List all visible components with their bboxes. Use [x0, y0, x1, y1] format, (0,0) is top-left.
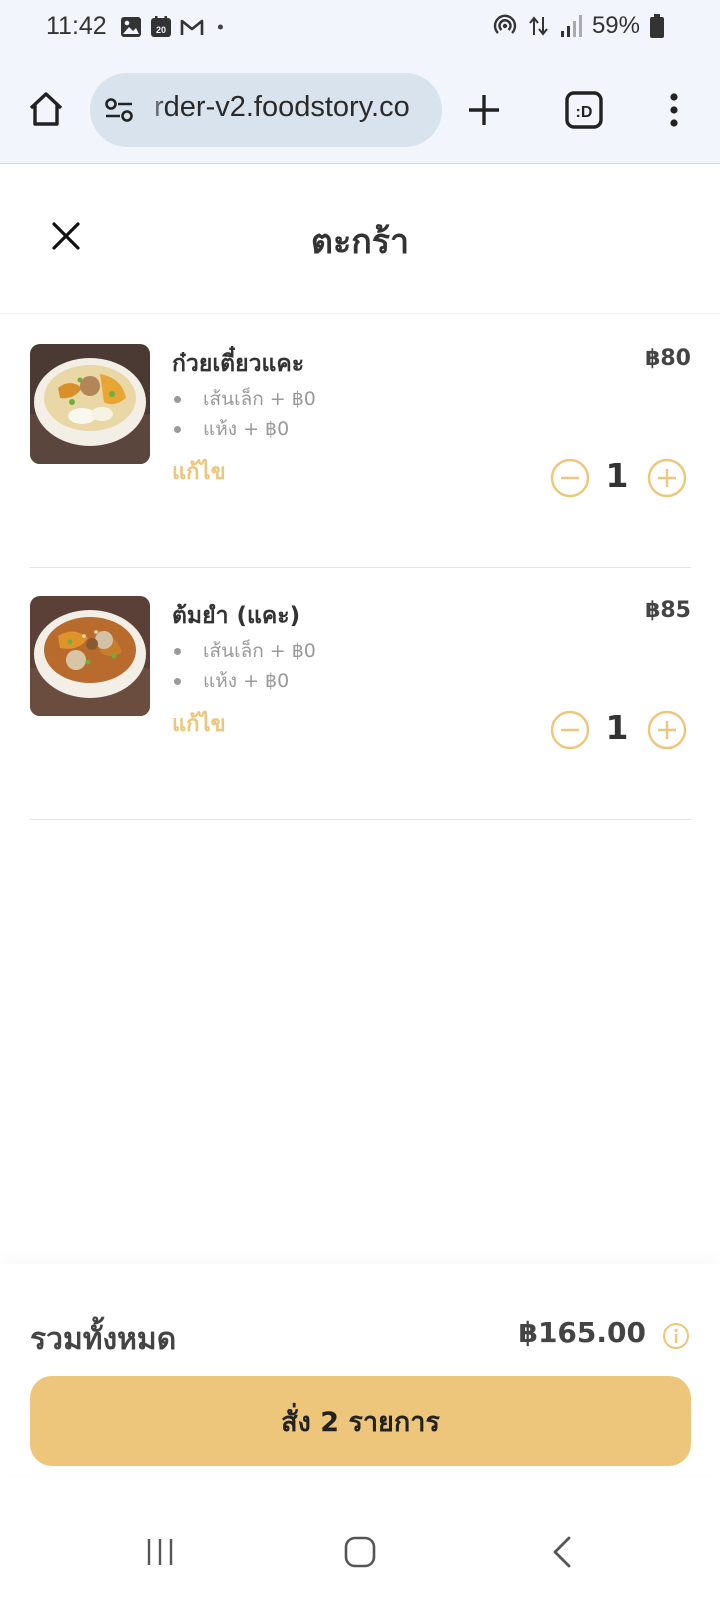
image-icon: [121, 17, 141, 37]
item-price: ฿85: [645, 598, 691, 623]
home-icon[interactable]: [24, 86, 68, 132]
system-icons: 59%: [492, 12, 664, 40]
edit-button[interactable]: แก้ไข: [172, 706, 226, 741]
edit-button[interactable]: แก้ไข: [172, 454, 226, 489]
tab-switcher-label: :D: [576, 104, 593, 121]
hotspot-icon: [493, 14, 517, 34]
browser-toolbar: rder-v2.foodstory.co :D: [0, 58, 720, 164]
signal-icon: [560, 15, 582, 37]
status-bar: 11:42 20 59%: [0, 0, 720, 58]
minus-icon[interactable]: [550, 710, 590, 750]
home-nav-icon[interactable]: [338, 1530, 382, 1574]
cart-header: ตะกร้า: [0, 164, 720, 314]
recent-apps-icon[interactable]: [138, 1530, 182, 1574]
info-icon[interactable]: [662, 1322, 690, 1350]
cart-footer: รวมทั้งหมด ฿165.00 สั่ง 2 รายการ: [0, 1264, 720, 1474]
cart-item: ต้มยำ (แคะ) ฿85 เส้นเล็ก + ฿0 แห้ง + ฿0 …: [30, 568, 691, 820]
notification-dot-icon: [217, 24, 223, 30]
minus-icon[interactable]: [550, 458, 590, 498]
back-icon[interactable]: [540, 1530, 584, 1574]
status-time: 11:42: [46, 12, 107, 40]
food-image: [30, 344, 150, 464]
site-settings-icon[interactable]: [102, 93, 136, 127]
data-arrows-icon: [529, 16, 548, 36]
item-name: ต้มยำ (แคะ): [172, 603, 301, 629]
tab-switcher-icon[interactable]: :D: [562, 88, 606, 132]
option-item: เส้นเล็ก + ฿0: [172, 384, 316, 414]
url-text: rder-v2.foodstory.co: [154, 91, 410, 123]
total-label: รวมทั้งหมด: [30, 1322, 177, 1357]
item-options: เส้นเล็ก + ฿0 แห้ง + ฿0: [172, 636, 316, 696]
battery-percent: 59%: [591, 12, 640, 39]
new-tab-icon[interactable]: [462, 88, 506, 132]
gmail-icon: [180, 19, 204, 35]
calendar-day: 20: [156, 25, 166, 35]
option-item: แห้ง + ฿0: [172, 414, 316, 444]
battery-icon: [650, 14, 664, 38]
item-options: เส้นเล็ก + ฿0 แห้ง + ฿0: [172, 384, 316, 444]
cart-item: ก๋วยเตี๋ยวแคะ ฿80 เส้นเล็ก + ฿0 แห้ง + ฿…: [30, 316, 691, 568]
quantity-value: 1: [605, 708, 629, 747]
address-bar[interactable]: rder-v2.foodstory.co: [90, 73, 442, 147]
item-name: ก๋วยเตี๋ยวแคะ: [172, 351, 305, 377]
system-nav-bar: [0, 1500, 720, 1600]
food-image: [30, 596, 150, 716]
option-item: แห้ง + ฿0: [172, 666, 316, 696]
plus-icon[interactable]: [647, 458, 687, 498]
total-amount: ฿165.00: [518, 1316, 646, 1349]
quantity-value: 1: [605, 456, 629, 495]
order-button[interactable]: สั่ง 2 รายการ: [30, 1376, 691, 1466]
item-price: ฿80: [645, 346, 691, 371]
more-menu-icon[interactable]: [656, 88, 692, 132]
calendar-icon: 20: [151, 16, 171, 37]
plus-icon[interactable]: [647, 710, 687, 750]
page-title: ตะกร้า: [310, 222, 410, 262]
notification-icons: 20: [120, 16, 230, 38]
option-item: เส้นเล็ก + ฿0: [172, 636, 316, 666]
